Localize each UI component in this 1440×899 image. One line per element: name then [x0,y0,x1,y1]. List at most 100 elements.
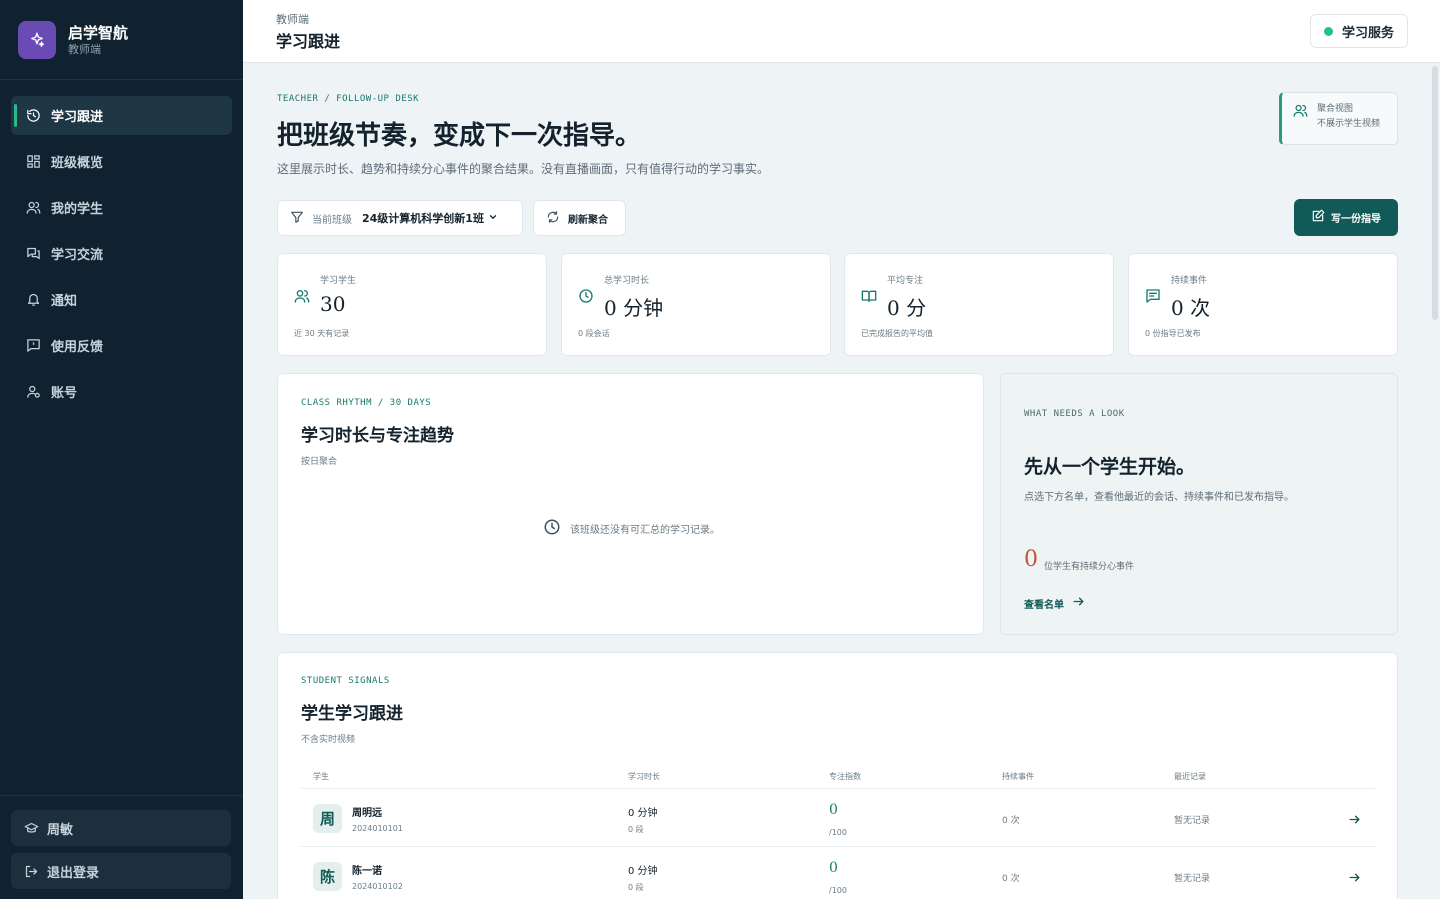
aggregate-view-note: 不展示学生视频 [1317,119,1381,129]
service-label: 学习服务 [1341,25,1394,41]
write-guidance-button[interactable]: 写一份指导 [1294,199,1398,236]
sidebar-item-label: 账号 [51,386,78,401]
breadcrumb: 教师端 [276,13,309,26]
chat-icon [25,246,41,262]
event-count: 0 次 [1002,874,1020,884]
class-selector[interactable]: 当前班级 24级计算机科学创新1班 [277,200,523,236]
stat-card-persistent-events: 持续事件 0 次 0 份指导已发布 [1128,253,1398,356]
write-guidance-label: 写一份指导 [1331,214,1381,225]
stat-foot: 0 份指导已发布 [1145,329,1201,338]
sidebar-item-label: 通知 [51,294,78,309]
sidebar-item-label: 使用反馈 [51,340,104,355]
needs-attention-card: WHAT NEEDS A LOOK 先从一个学生开始。 点选下方名单，查看他最近… [1000,373,1398,635]
top-bar: 教师端 学习跟进 学习服务 [243,0,1440,63]
trend-title: 学习时长与专注趋势 [301,426,454,446]
hero-description: 这里展示时长、趋势和持续分心事件的聚合结果。没有直播画面，只有值得行动的学习事实… [277,162,770,176]
focus-score: 0 [829,802,838,818]
stat-value: 0 分 [887,296,927,320]
stat-label: 总学习时长 [604,276,650,286]
header-student: 学生 [313,772,329,781]
book-icon [861,288,877,308]
header-focus: 专注指数 [829,772,861,781]
table-row[interactable]: 陈 陈一诺 2024010102 0 分钟 0 段 0 /100 0 次 暂无记… [301,848,1375,899]
page-scrollbar[interactable] [1432,66,1438,320]
sidebar-item-follow-up[interactable]: 学习跟进 [11,96,232,135]
user-gear-icon [25,384,41,400]
hero-title: 把班级节奏，变成下一次指导。 [277,121,642,151]
student-signals-card: STUDENT SIGNALS 学生学习跟进 不含实时视频 学生 学习时长 专注… [277,652,1398,899]
status-dot-icon [1323,26,1333,36]
logout-icon [23,863,39,879]
table-row[interactable]: 周 周明远 2024010101 0 分钟 0 段 0 /100 0 次 暂无记… [301,790,1375,847]
sidebar-item-my-students[interactable]: 我的学生 [11,188,232,227]
sidebar-nav: 学习跟进 班级概览 我的学生 学习交流 通知 使用反馈 账号 [0,80,243,411]
users-icon [1293,103,1308,122]
sidebar-item-account[interactable]: 账号 [11,372,232,411]
feedback-icon [25,338,41,354]
chevron-down-icon [488,212,498,225]
refresh-clock-icon [25,108,41,124]
view-list-link[interactable]: 查看名单 [1024,595,1085,611]
bell-icon [25,292,41,308]
logout-button[interactable]: 退出登录 [11,853,231,889]
sidebar: 启学智航 教师端 学习跟进 班级概览 我的学生 学习交流 通知 使用反馈 账号 … [0,0,243,899]
stat-card-average-focus: 平均专注 0 分 已完成报告的平均值 [844,253,1114,356]
message-icon [1145,288,1161,308]
sidebar-item-class-overview[interactable]: 班级概览 [11,142,232,181]
user-name: 周敏 [47,822,74,838]
avatar: 周 [313,804,342,833]
brand: 启学智航 教师端 [0,0,243,80]
look-description: 点选下方名单，查看他最近的会话、持续事件和已发布指导。 [1024,492,1294,503]
event-count: 0 次 [1002,816,1020,826]
sidebar-item-notifications[interactable]: 通知 [11,280,232,319]
header-time: 学习时长 [628,772,660,781]
stat-label: 持续事件 [1171,276,1208,286]
focus-denominator: /100 [829,886,847,895]
users-icon [25,200,41,216]
aggregate-view-label: 聚合视图 [1317,104,1354,114]
stat-foot: 已完成报告的平均值 [861,329,933,338]
sidebar-item-feedback[interactable]: 使用反馈 [11,326,232,365]
sidebar-item-label: 班级概览 [51,156,104,171]
clock-icon [578,288,594,308]
student-name: 陈一诺 [352,866,382,877]
session-count: 0 段 [628,825,644,834]
trend-empty-state: 该班级还没有可汇总的学习记录。 [278,518,985,539]
users-icon [294,288,310,308]
student-id: 2024010101 [352,824,403,833]
class-selector-label: 当前班级 [312,214,352,226]
table-header: 学生 学习时长 专注指数 持续事件 最近记录 [301,767,1375,789]
session-count: 0 段 [628,883,644,892]
sidebar-item-learning-exchange[interactable]: 学习交流 [11,234,232,273]
aggregate-view-badge: 聚合视图 不展示学生视频 [1279,92,1398,145]
distracted-count: 0 [1024,547,1038,572]
grid-icon [25,154,41,170]
view-list-label: 查看名单 [1024,599,1064,611]
logout-label: 退出登录 [47,865,100,881]
signals-eyebrow: STUDENT SIGNALS [301,676,390,686]
sidebar-item-label: 学习交流 [51,248,104,263]
arrow-right-icon [1072,595,1085,611]
learning-service-button[interactable]: 学习服务 [1309,14,1408,48]
hero-eyebrow: TEACHER / FOLLOW-UP DESK [277,94,420,104]
brand-name: 启学智航 [68,23,129,42]
stat-card-students: 学习学生 30 近 30 天有记录 [277,253,547,356]
refresh-aggregate-button[interactable]: 刷新聚合 [533,200,626,236]
look-title: 先从一个学生开始。 [1024,456,1196,478]
distracted-count-label: 位学生有持续分心事件 [1044,562,1135,572]
student-id: 2024010102 [352,882,403,891]
sidebar-item-label: 我的学生 [51,202,104,217]
stats-row: 学习学生 30 近 30 天有记录 总学习时长 0 分钟 0 段会话 平均专注 … [277,253,1398,356]
stat-value: 30 [320,292,346,316]
arrow-right-icon[interactable] [1348,811,1361,830]
stat-value: 0 次 [1171,296,1211,320]
sidebar-item-label: 学习跟进 [51,110,104,125]
user-profile-button[interactable]: 周敏 [11,810,231,846]
arrow-right-icon[interactable] [1348,869,1361,888]
look-eyebrow: WHAT NEEDS A LOOK [1024,409,1125,419]
page-title: 学习跟进 [276,32,341,51]
stat-card-total-time: 总学习时长 0 分钟 0 段会话 [561,253,831,356]
refresh-icon [546,210,560,227]
sparkle-logo-icon [18,20,56,59]
filter-icon [290,209,304,228]
